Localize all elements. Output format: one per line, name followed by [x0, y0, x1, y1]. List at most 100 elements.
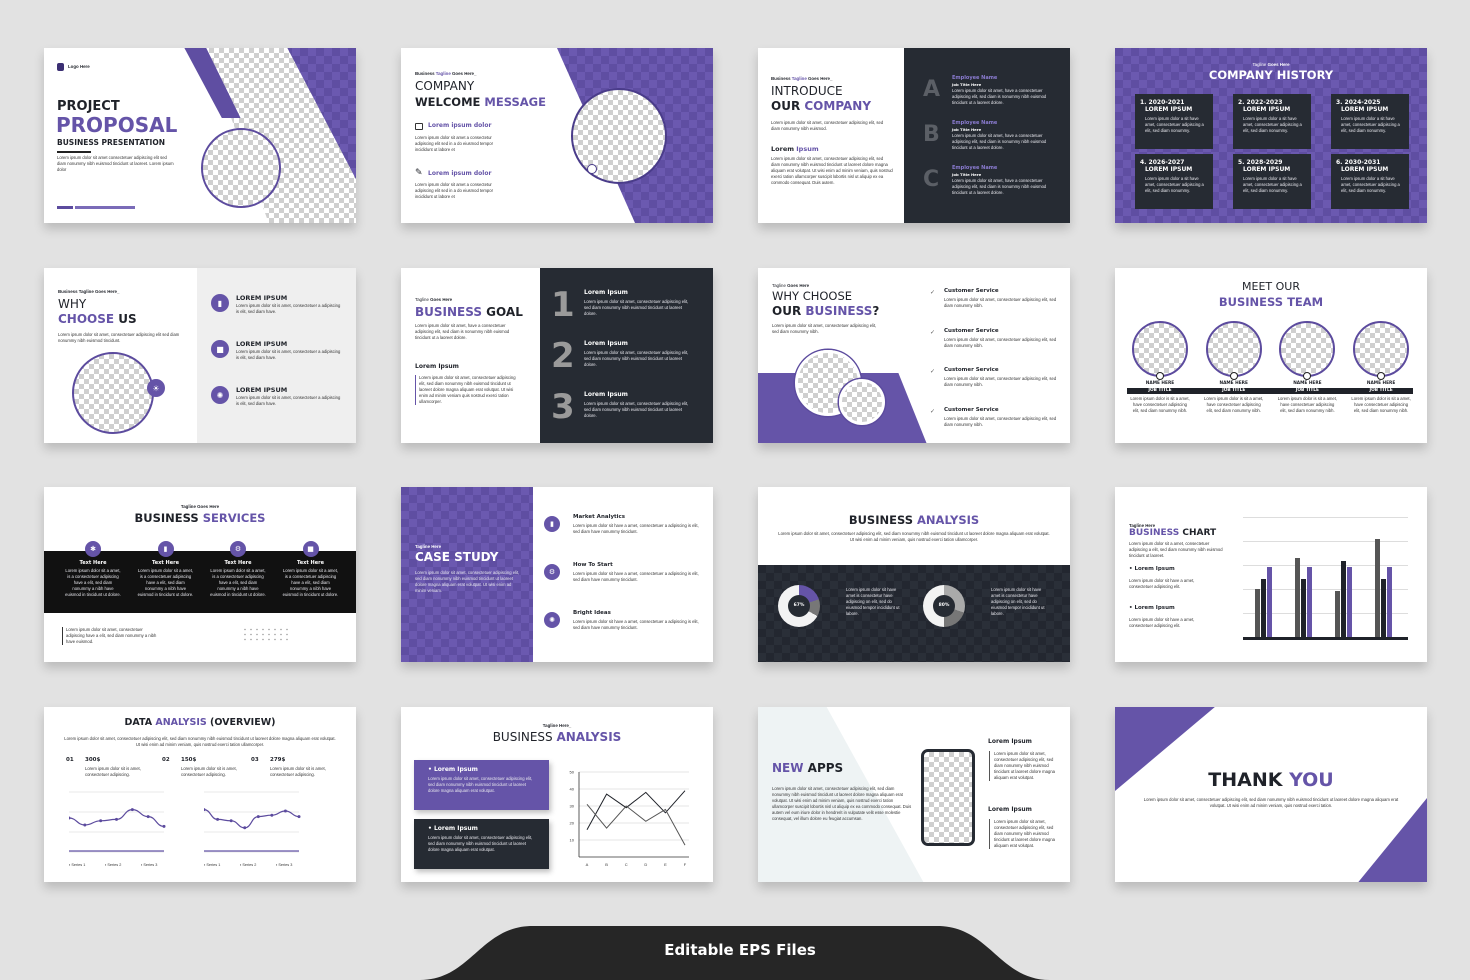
service-body: Lorem ipsum dolor sit a amet, is a conse… [137, 568, 194, 597]
title-line2: OUR [771, 99, 805, 113]
x-tick-label: D [644, 862, 647, 867]
donut-chart: 80% [923, 585, 965, 627]
legend-item: ▪ Series 1 [69, 863, 85, 867]
member-job: JOB TITLE [1222, 388, 1246, 393]
item-body: Lorem ipsum dolor sit amet, consectetuer… [944, 415, 1057, 427]
stat-body: Lorem ipsum dolor sit is amet, consectet… [181, 766, 237, 777]
data-point [270, 813, 274, 817]
history-card: 5. 2028-2029 LOREM IPSUM Lorem ipsum dolor… [1233, 154, 1311, 209]
tagline: Goes Here_ [806, 76, 833, 81]
info-box: • Lorem Ipsum Lorem ipsum dolor sit amet… [414, 760, 549, 810]
slide-title: (OVERVIEW) [206, 717, 276, 728]
logo-text: Logo Here [68, 64, 90, 69]
box-heading: Lorem Ipsum [433, 825, 478, 832]
briefcase-icon: ■ [211, 340, 229, 358]
bullet-heading: Lorem Ipsum [1134, 605, 1175, 611]
body-text: Lorem ipsum dolor sit amet, consectetuer… [415, 570, 520, 593]
slide-case-study: Tagline Here CASE STUDY Lorem ipsum dolo… [401, 487, 713, 662]
virus-icon: ✱ [85, 541, 101, 557]
title-accent: ANALYSIS [556, 730, 622, 744]
slide-title: APPS [807, 761, 844, 775]
legend-item: ▪ Series 3 [276, 863, 292, 867]
donut-body: Lorem ipsum dolor sit have amet is conse… [991, 587, 1045, 616]
item-body: Lorem ipsum dolor sit amet, consectetuer… [944, 336, 1057, 348]
item-body: Lorem ipsum dolor sit have a amet, conse… [573, 619, 699, 630]
slide-business-analysis: BUSINESS ANALYSIS Lorem ipsum dolor sit … [758, 487, 1070, 662]
user-icon [1229, 372, 1238, 380]
bar [1341, 561, 1346, 637]
item-body: Lorem ipsum dolor sit amet a consectetur… [415, 182, 493, 199]
line-chart: ▪ Series 1 ▪ Series 2 ▪ Series 3 [69, 791, 166, 867]
title-question: ? [872, 304, 880, 318]
member-body: Lorem ipsum dolor is sit a amet, have co… [1277, 396, 1338, 413]
item-heading: Customer Service [944, 406, 999, 413]
data-point [115, 817, 118, 821]
service-body: Lorem ipsum dolor sit a amet, is a conse… [65, 568, 121, 597]
job-title: Job Title Here [952, 82, 982, 87]
item-body: Lorem ipsum dolor sit amet, consectetuer… [989, 751, 1057, 781]
phone-mockup [921, 749, 975, 846]
item-heading: LOREM IPSUM [236, 294, 288, 302]
footer-bar [75, 206, 135, 209]
title-accent: COMPANY [804, 99, 872, 113]
step-body: Lorem ipsum dolor sit amet, consectetuer… [584, 401, 689, 418]
item-body: Lorem ipsum dolor sit is amet, consectet… [236, 395, 341, 406]
stat-value: 300$ [85, 757, 101, 763]
photo-circle [201, 128, 281, 208]
donut-label: 67% [788, 595, 810, 617]
tagline: Tagline [415, 297, 431, 302]
letter-label: A [923, 77, 941, 102]
member-body: Lorem ipsum dolor is sit a amet, have co… [1130, 396, 1190, 413]
intro-text: Lorem ipsum dolor sit amet, consectetuer… [771, 120, 884, 131]
user-icon [1377, 372, 1386, 380]
tagline: Tagline [1252, 62, 1268, 67]
edit-icon: ✎ [415, 168, 423, 178]
step-number: 2 [551, 336, 575, 376]
title-line1: MEET OUR [1242, 280, 1300, 293]
slide-business-goal: Tagline Goes Here BUSINESS GOAL Lorem ip… [401, 268, 713, 443]
x-tick-label: B [605, 862, 608, 867]
item-body: Lorem ipsum dolor sit is amet, consectet… [236, 303, 341, 314]
bar [1295, 557, 1300, 637]
body-text: Lorem ipsum dolor sit amet, consectetuer… [772, 323, 877, 334]
bar [1387, 567, 1392, 637]
user-icon [1156, 372, 1164, 380]
member-body: Lorem ipsum dolor is sit a amet, have co… [1204, 396, 1264, 413]
item-heading: Lorem Ipsum [988, 806, 1032, 813]
step-body: Lorem ipsum dolor sit amet, consectetuer… [584, 299, 689, 316]
service-heading: Text Here [152, 560, 179, 566]
lightbulb-icon: ✺ [211, 386, 229, 404]
footer-label: Editable EPS Files [664, 941, 816, 959]
step-body: Lorem ipsum dolor sit amet, consectetuer… [584, 350, 689, 367]
member-body: Lorem ipsum dolor is sit a amet, have co… [1351, 396, 1411, 413]
history-heading: LOREM IPSUM [1145, 166, 1193, 174]
subheading: Lorem Ipsum [415, 363, 459, 370]
item-body: Lorem ipsum dolor sit is amet, consectet… [236, 349, 341, 360]
slide-business-team: MEET OUR BUSINESS TEAM NAME HERE JOB TITL… [1115, 268, 1427, 443]
quote-text: Lorem ipsum dolor sit amet, consectetuer… [415, 375, 521, 405]
line-chart: 10 20 30 40 50 A B C D E F [570, 770, 689, 867]
item-body: Lorem ipsum dolor sit amet a consectetur… [415, 135, 493, 152]
letter-label: C [923, 167, 940, 192]
body-text: Lorem ipsum dolor sit a amet, consectetu… [1129, 541, 1223, 558]
chart-icon: ▮ [544, 516, 560, 532]
tagline-accent: Goes Here [787, 283, 810, 288]
slide-business-analysis-2: Tagline Here_ BUSINESS ANALYSIS • Lorem … [401, 707, 713, 882]
title-accent: ANALYSIS [155, 717, 207, 728]
title-accent: YOU [1289, 769, 1334, 791]
service-heading: Text Here [224, 560, 252, 566]
box-body: Lorem ipsum dolor sit amet, consectetuer… [428, 776, 533, 794]
lightbulb-icon: ☀ [147, 379, 165, 397]
chart-icon: ▮ [211, 294, 229, 312]
baseline [1243, 637, 1408, 640]
donut-chart: 67% [778, 585, 820, 627]
history-card: 6. 2030-2031 LOREM IPSUM Lorem ipsum dolor… [1331, 154, 1409, 209]
title-line1: COMPANY [415, 79, 475, 93]
bar-chart [1243, 517, 1408, 640]
slide-thank-you: THANK YOU Lorem ipsum dolor sit amet, co… [1115, 707, 1427, 882]
tagline: Tagline [772, 283, 788, 288]
title-line2: OUR [772, 304, 806, 318]
data-point [297, 815, 301, 819]
legend-item: ▪ Series 2 [105, 863, 121, 867]
data-point [243, 826, 247, 830]
